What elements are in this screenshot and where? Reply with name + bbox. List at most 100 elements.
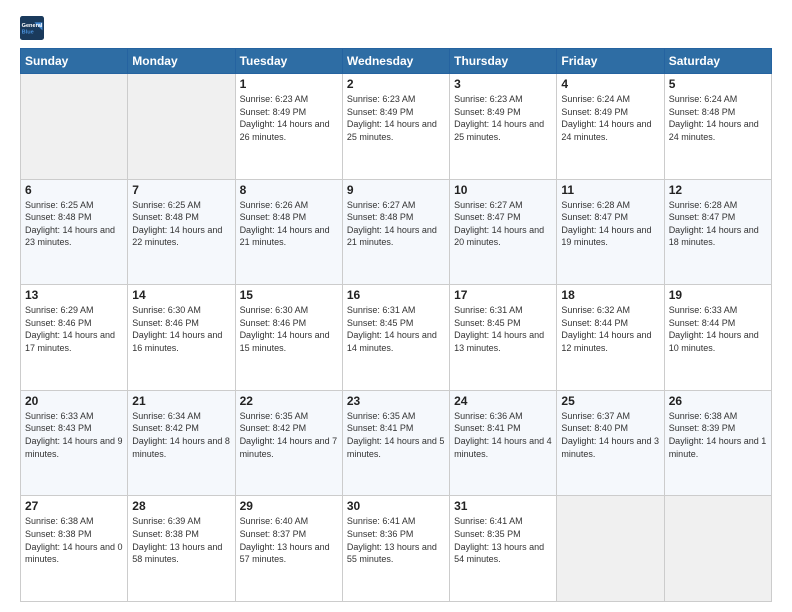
day-number: 5 <box>669 77 767 91</box>
cell-sunset: Sunset: 8:49 PM <box>240 107 307 117</box>
logo: General Blue <box>20 16 44 40</box>
cell-daylight: Daylight: 13 hours and 54 minutes. <box>454 542 544 565</box>
cell-sunset: Sunset: 8:44 PM <box>561 318 628 328</box>
cell-sunrise: Sunrise: 6:41 AM <box>347 516 416 526</box>
cell-daylight: Daylight: 14 hours and 0 minutes. <box>25 542 123 565</box>
cell-sunrise: Sunrise: 6:31 AM <box>347 305 416 315</box>
cell-daylight: Daylight: 14 hours and 3 minutes. <box>561 436 659 459</box>
cell-sunrise: Sunrise: 6:30 AM <box>132 305 201 315</box>
day-number: 17 <box>454 288 552 302</box>
cell-sunrise: Sunrise: 6:37 AM <box>561 411 630 421</box>
calendar-cell: 25 Sunrise: 6:37 AM Sunset: 8:40 PM Dayl… <box>557 390 664 496</box>
day-number: 18 <box>561 288 659 302</box>
cell-sunrise: Sunrise: 6:30 AM <box>240 305 309 315</box>
calendar-cell <box>128 74 235 180</box>
cell-sunrise: Sunrise: 6:33 AM <box>669 305 738 315</box>
cell-sunrise: Sunrise: 6:36 AM <box>454 411 523 421</box>
calendar-cell: 4 Sunrise: 6:24 AM Sunset: 8:49 PM Dayli… <box>557 74 664 180</box>
cell-sunset: Sunset: 8:48 PM <box>669 107 736 117</box>
calendar-cell: 20 Sunrise: 6:33 AM Sunset: 8:43 PM Dayl… <box>21 390 128 496</box>
calendar-cell: 2 Sunrise: 6:23 AM Sunset: 8:49 PM Dayli… <box>342 74 449 180</box>
cell-sunset: Sunset: 8:46 PM <box>132 318 199 328</box>
cell-sunrise: Sunrise: 6:27 AM <box>454 200 523 210</box>
calendar-cell: 8 Sunrise: 6:26 AM Sunset: 8:48 PM Dayli… <box>235 179 342 285</box>
header: General Blue <box>20 16 772 40</box>
day-number: 8 <box>240 183 338 197</box>
cell-sunset: Sunset: 8:35 PM <box>454 529 521 539</box>
cell-daylight: Daylight: 13 hours and 58 minutes. <box>132 542 222 565</box>
cell-daylight: Daylight: 14 hours and 4 minutes. <box>454 436 552 459</box>
cell-daylight: Daylight: 14 hours and 5 minutes. <box>347 436 445 459</box>
calendar-cell <box>557 496 664 602</box>
cell-daylight: Daylight: 14 hours and 25 minutes. <box>454 119 544 142</box>
day-number: 3 <box>454 77 552 91</box>
cell-sunrise: Sunrise: 6:25 AM <box>25 200 94 210</box>
cell-daylight: Daylight: 14 hours and 7 minutes. <box>240 436 338 459</box>
cell-sunset: Sunset: 8:49 PM <box>347 107 414 117</box>
calendar-cell <box>664 496 771 602</box>
cell-sunrise: Sunrise: 6:27 AM <box>347 200 416 210</box>
cell-sunrise: Sunrise: 6:24 AM <box>669 94 738 104</box>
calendar-cell: 3 Sunrise: 6:23 AM Sunset: 8:49 PM Dayli… <box>450 74 557 180</box>
cell-daylight: Daylight: 14 hours and 13 minutes. <box>454 330 544 353</box>
day-number: 19 <box>669 288 767 302</box>
cell-sunset: Sunset: 8:46 PM <box>240 318 307 328</box>
cell-sunset: Sunset: 8:44 PM <box>669 318 736 328</box>
cell-sunset: Sunset: 8:38 PM <box>132 529 199 539</box>
day-number: 28 <box>132 499 230 513</box>
weekday-header: Sunday <box>21 49 128 74</box>
cell-sunrise: Sunrise: 6:38 AM <box>25 516 94 526</box>
calendar-cell: 10 Sunrise: 6:27 AM Sunset: 8:47 PM Dayl… <box>450 179 557 285</box>
calendar-cell: 27 Sunrise: 6:38 AM Sunset: 8:38 PM Dayl… <box>21 496 128 602</box>
cell-daylight: Daylight: 14 hours and 24 minutes. <box>561 119 651 142</box>
cell-daylight: Daylight: 14 hours and 25 minutes. <box>347 119 437 142</box>
calendar-week-row: 27 Sunrise: 6:38 AM Sunset: 8:38 PM Dayl… <box>21 496 772 602</box>
calendar-cell: 1 Sunrise: 6:23 AM Sunset: 8:49 PM Dayli… <box>235 74 342 180</box>
cell-sunrise: Sunrise: 6:28 AM <box>561 200 630 210</box>
day-number: 12 <box>669 183 767 197</box>
cell-sunrise: Sunrise: 6:24 AM <box>561 94 630 104</box>
cell-sunset: Sunset: 8:46 PM <box>25 318 92 328</box>
cell-sunrise: Sunrise: 6:33 AM <box>25 411 94 421</box>
day-number: 14 <box>132 288 230 302</box>
day-number: 26 <box>669 394 767 408</box>
day-number: 10 <box>454 183 552 197</box>
cell-sunset: Sunset: 8:41 PM <box>454 423 521 433</box>
day-number: 13 <box>25 288 123 302</box>
calendar-cell: 12 Sunrise: 6:28 AM Sunset: 8:47 PM Dayl… <box>664 179 771 285</box>
cell-sunset: Sunset: 8:47 PM <box>561 212 628 222</box>
day-number: 4 <box>561 77 659 91</box>
weekday-header: Tuesday <box>235 49 342 74</box>
calendar-cell <box>21 74 128 180</box>
day-number: 31 <box>454 499 552 513</box>
calendar-cell: 26 Sunrise: 6:38 AM Sunset: 8:39 PM Dayl… <box>664 390 771 496</box>
calendar-cell: 16 Sunrise: 6:31 AM Sunset: 8:45 PM Dayl… <box>342 285 449 391</box>
cell-sunset: Sunset: 8:36 PM <box>347 529 414 539</box>
cell-sunrise: Sunrise: 6:35 AM <box>347 411 416 421</box>
cell-sunset: Sunset: 8:42 PM <box>132 423 199 433</box>
calendar-cell: 9 Sunrise: 6:27 AM Sunset: 8:48 PM Dayli… <box>342 179 449 285</box>
cell-sunset: Sunset: 8:42 PM <box>240 423 307 433</box>
day-number: 11 <box>561 183 659 197</box>
day-number: 7 <box>132 183 230 197</box>
day-number: 21 <box>132 394 230 408</box>
cell-sunrise: Sunrise: 6:38 AM <box>669 411 738 421</box>
cell-daylight: Daylight: 14 hours and 23 minutes. <box>25 225 115 248</box>
day-number: 6 <box>25 183 123 197</box>
cell-sunrise: Sunrise: 6:28 AM <box>669 200 738 210</box>
weekday-header: Friday <box>557 49 664 74</box>
cell-daylight: Daylight: 14 hours and 22 minutes. <box>132 225 222 248</box>
day-number: 24 <box>454 394 552 408</box>
cell-sunrise: Sunrise: 6:32 AM <box>561 305 630 315</box>
cell-sunset: Sunset: 8:48 PM <box>132 212 199 222</box>
cell-daylight: Daylight: 13 hours and 55 minutes. <box>347 542 437 565</box>
cell-sunrise: Sunrise: 6:31 AM <box>454 305 523 315</box>
day-number: 2 <box>347 77 445 91</box>
cell-daylight: Daylight: 14 hours and 8 minutes. <box>132 436 230 459</box>
calendar-cell: 31 Sunrise: 6:41 AM Sunset: 8:35 PM Dayl… <box>450 496 557 602</box>
cell-sunrise: Sunrise: 6:23 AM <box>347 94 416 104</box>
cell-daylight: Daylight: 14 hours and 18 minutes. <box>669 225 759 248</box>
cell-daylight: Daylight: 14 hours and 24 minutes. <box>669 119 759 142</box>
weekday-header: Saturday <box>664 49 771 74</box>
svg-text:General: General <box>22 23 43 29</box>
